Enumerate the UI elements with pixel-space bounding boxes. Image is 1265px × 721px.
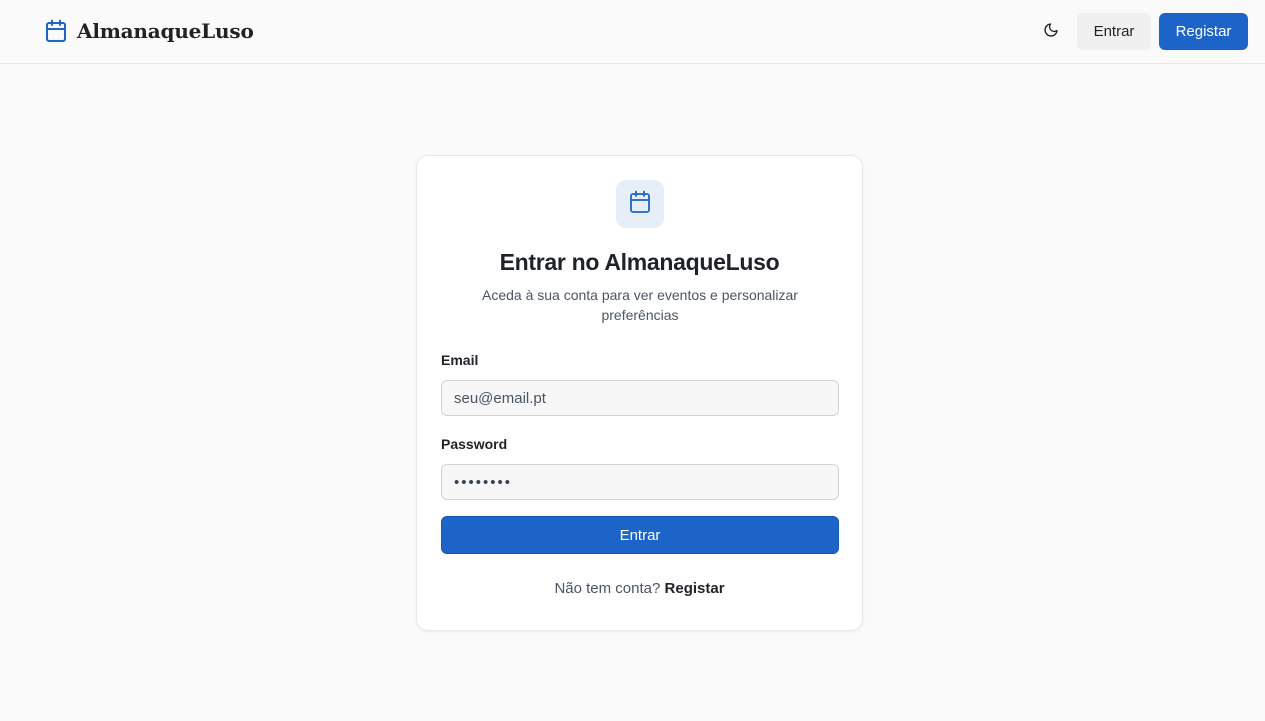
brand-logo-link[interactable]: AlmanaqueLuso (45, 19, 254, 43)
email-field[interactable] (441, 380, 839, 416)
page-subtitle: Aceda à sua conta para ver eventos e per… (482, 287, 798, 323)
register-button[interactable]: Registar (1159, 13, 1248, 50)
login-card: Entrar no AlmanaqueLuso Aceda à sua cont… (416, 155, 863, 631)
no-account-text: Não tem conta? (554, 580, 661, 597)
password-field[interactable] (441, 464, 839, 500)
page-title: Entrar no AlmanaqueLuso (499, 249, 780, 275)
top-navbar: AlmanaqueLuso Entrar Registar (0, 0, 1265, 64)
password-label: Password (441, 436, 508, 452)
brand-name: AlmanaqueLuso (77, 19, 254, 43)
register-prompt: Não tem conta? Registar (417, 580, 862, 597)
moon-icon (1043, 22, 1059, 43)
login-button[interactable]: Entrar (1077, 13, 1151, 50)
email-label: Email (441, 352, 479, 368)
theme-toggle-button[interactable] (1036, 17, 1066, 47)
register-link[interactable]: Registar (665, 580, 725, 597)
calendar-icon (629, 190, 651, 219)
submit-login-button[interactable]: Entrar (441, 516, 839, 554)
calendar-icon (45, 19, 67, 43)
card-icon-container (616, 180, 664, 228)
